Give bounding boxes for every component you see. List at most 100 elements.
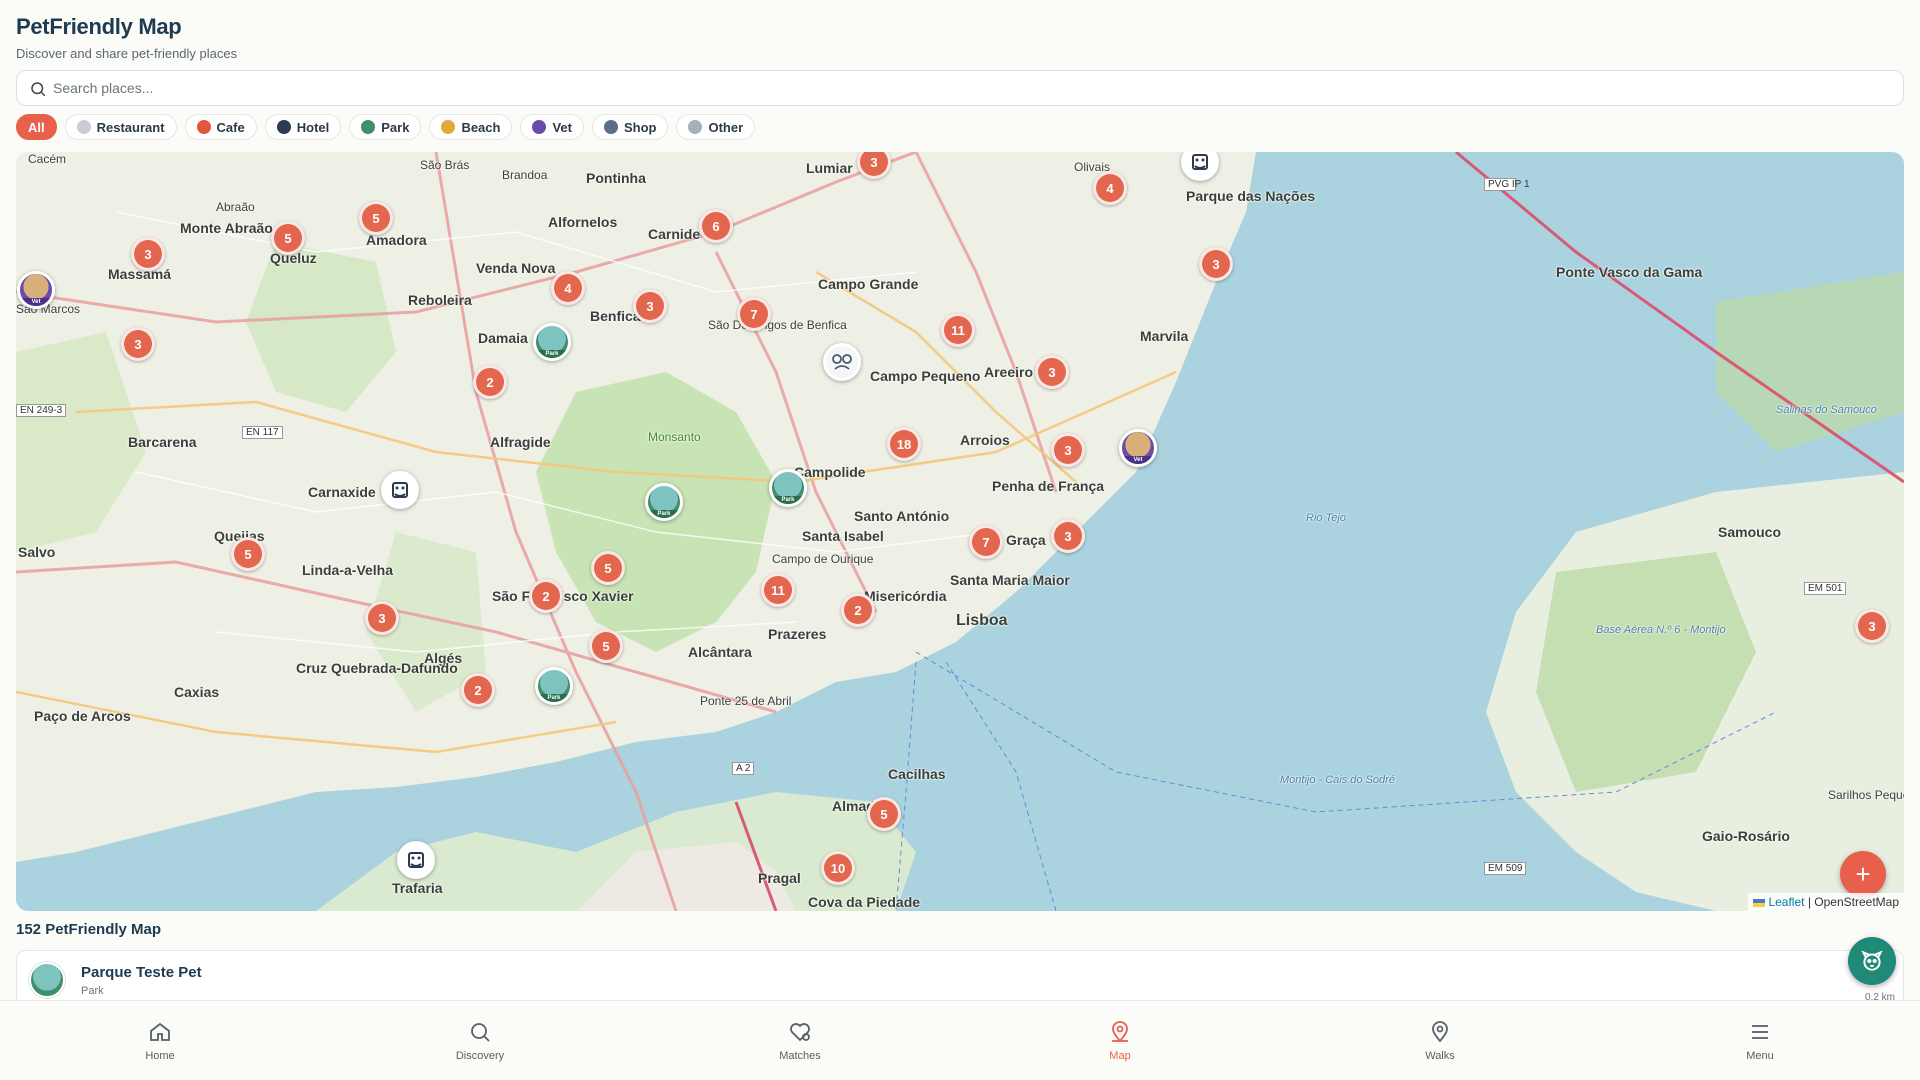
filter-label: Other bbox=[708, 119, 744, 135]
park-pin[interactable]: Park bbox=[535, 667, 573, 705]
location-icon bbox=[1432, 1020, 1448, 1042]
filter-label: Hotel bbox=[296, 119, 330, 135]
map-cluster[interactable]: 3 bbox=[365, 601, 399, 635]
pin-tag: Vet bbox=[1122, 456, 1154, 464]
map-cluster[interactable]: 2 bbox=[529, 579, 563, 613]
map-cluster[interactable]: 3 bbox=[1051, 519, 1085, 553]
leaflet-link[interactable]: Leaflet bbox=[1768, 895, 1804, 909]
osm-credit[interactable]: | OpenStreetMap bbox=[1808, 895, 1899, 909]
map-cluster[interactable]: 2 bbox=[841, 593, 875, 627]
map-tiles[interactable] bbox=[16, 152, 1904, 911]
nav-discovery[interactable]: Discovery bbox=[320, 1001, 640, 1080]
map-cluster[interactable]: 10 bbox=[821, 851, 855, 885]
map-cluster[interactable]: 6 bbox=[699, 209, 733, 243]
app-header: PetFriendly Map Discover and share pet-f… bbox=[16, 14, 237, 61]
filter-hotel[interactable]: Hotel bbox=[264, 114, 342, 140]
pet-assistant-button[interactable] bbox=[1848, 937, 1896, 985]
nav-home[interactable]: Home bbox=[0, 1001, 320, 1080]
search-input[interactable] bbox=[53, 80, 1903, 96]
restaurant-pin[interactable] bbox=[823, 343, 861, 381]
map-view[interactable]: Cacém São Brás Brandoa Pontinha Lumiar O… bbox=[16, 152, 1904, 911]
map-cluster[interactable]: 5 bbox=[271, 221, 305, 255]
cafe-icon bbox=[196, 120, 211, 134]
vet-pin[interactable]: Vet bbox=[1119, 429, 1157, 467]
park-pin[interactable]: Park bbox=[769, 469, 807, 507]
nav-map[interactable]: Map bbox=[960, 1001, 1280, 1080]
filter-beach[interactable]: Beach bbox=[429, 114, 513, 140]
map-cluster[interactable]: 2 bbox=[473, 365, 507, 399]
nav-menu[interactable]: Menu bbox=[1600, 1001, 1920, 1080]
map-cluster[interactable]: 3 bbox=[633, 289, 667, 323]
pin-tag: Park bbox=[538, 694, 570, 702]
hotel-icon bbox=[385, 475, 415, 505]
road-shield: A 2 bbox=[732, 762, 755, 775]
map-cluster[interactable]: 11 bbox=[761, 573, 795, 607]
road-shield: EN 249-3 bbox=[16, 404, 67, 417]
map-cluster[interactable]: 4 bbox=[551, 271, 585, 305]
filter-vet[interactable]: Vet bbox=[520, 114, 584, 140]
nav-walks[interactable]: Walks bbox=[1280, 1001, 1600, 1080]
filter-all[interactable]: All bbox=[16, 114, 57, 140]
park-pin[interactable]: Park bbox=[645, 483, 683, 521]
filter-cafe[interactable]: Cafe bbox=[184, 114, 257, 140]
nav-label: Menu bbox=[1746, 1049, 1774, 1062]
road-shield: EM 509 bbox=[1484, 862, 1527, 875]
map-cluster[interactable]: 18 bbox=[887, 427, 921, 461]
add-place-button[interactable]: + bbox=[1840, 851, 1886, 897]
filter-restaurant[interactable]: Restaurant bbox=[64, 114, 177, 140]
map-cluster[interactable]: 7 bbox=[737, 297, 771, 331]
menu-icon bbox=[1752, 1024, 1768, 1039]
beach-icon bbox=[441, 120, 456, 134]
map-cluster[interactable]: 3 bbox=[1051, 433, 1085, 467]
pin-tag: Park bbox=[772, 496, 804, 504]
results-count: 152 PetFriendly Map bbox=[16, 921, 162, 938]
park-icon bbox=[29, 962, 65, 998]
map-cluster[interactable]: 5 bbox=[591, 551, 625, 585]
map-cluster[interactable]: 5 bbox=[589, 629, 623, 663]
filter-label: Restaurant bbox=[96, 119, 165, 135]
hotel-icon bbox=[1185, 152, 1215, 177]
map-cluster[interactable]: 3 bbox=[1035, 355, 1069, 389]
map-cluster[interactable]: 3 bbox=[121, 327, 155, 361]
other-icon bbox=[688, 120, 703, 134]
search-icon bbox=[471, 1022, 490, 1042]
road-shield: EN 117 bbox=[242, 426, 283, 439]
pin-tag: Park bbox=[536, 350, 568, 358]
map-attribution: Leaflet | OpenStreetMap bbox=[1748, 893, 1904, 911]
map-cluster[interactable]: 2 bbox=[461, 673, 495, 707]
filter-other[interactable]: Other bbox=[676, 114, 756, 140]
map-cluster[interactable]: 5 bbox=[867, 797, 901, 831]
restaurant-icon bbox=[827, 347, 857, 377]
filter-label: Beach bbox=[461, 119, 501, 135]
place-name: Parque Teste Pet bbox=[81, 963, 202, 981]
park-pin[interactable]: Park bbox=[533, 323, 571, 361]
vet-pin[interactable]: Vet bbox=[17, 271, 55, 309]
map-cluster[interactable]: 3 bbox=[1199, 247, 1233, 281]
filter-label: Shop bbox=[623, 119, 657, 135]
nav-label: Map bbox=[1109, 1049, 1131, 1062]
filter-park[interactable]: Park bbox=[349, 114, 422, 140]
filter-shop[interactable]: Shop bbox=[591, 114, 669, 140]
map-cluster[interactable]: 3 bbox=[131, 237, 165, 271]
filter-label: Cafe bbox=[216, 119, 245, 135]
hotel-pin[interactable] bbox=[397, 841, 435, 879]
place-type: Park bbox=[81, 984, 104, 997]
app-subtitle: Discover and share pet-friendly places bbox=[16, 46, 238, 61]
hotel-pin[interactable] bbox=[381, 471, 419, 509]
dog-face-icon bbox=[1861, 950, 1883, 971]
category-filters: All Restaurant Cafe Hotel Park Beach Vet… bbox=[16, 114, 756, 140]
search-bar[interactable] bbox=[16, 70, 1904, 106]
restaurant-icon bbox=[76, 120, 91, 134]
shop-icon bbox=[603, 120, 618, 134]
nav-matches[interactable]: Matches bbox=[640, 1001, 960, 1080]
map-cluster[interactable]: 5 bbox=[359, 201, 393, 235]
map-cluster[interactable]: 7 bbox=[969, 525, 1003, 559]
map-cluster[interactable]: 4 bbox=[1093, 171, 1127, 205]
nav-label: Matches bbox=[779, 1049, 821, 1062]
map-cluster[interactable]: 11 bbox=[941, 313, 975, 347]
map-cluster[interactable]: 5 bbox=[231, 537, 265, 571]
nav-label: Walks bbox=[1425, 1049, 1455, 1062]
filter-label: Vet bbox=[552, 119, 572, 135]
map-cluster[interactable]: 3 bbox=[1855, 609, 1889, 643]
search-icon bbox=[31, 82, 46, 97]
